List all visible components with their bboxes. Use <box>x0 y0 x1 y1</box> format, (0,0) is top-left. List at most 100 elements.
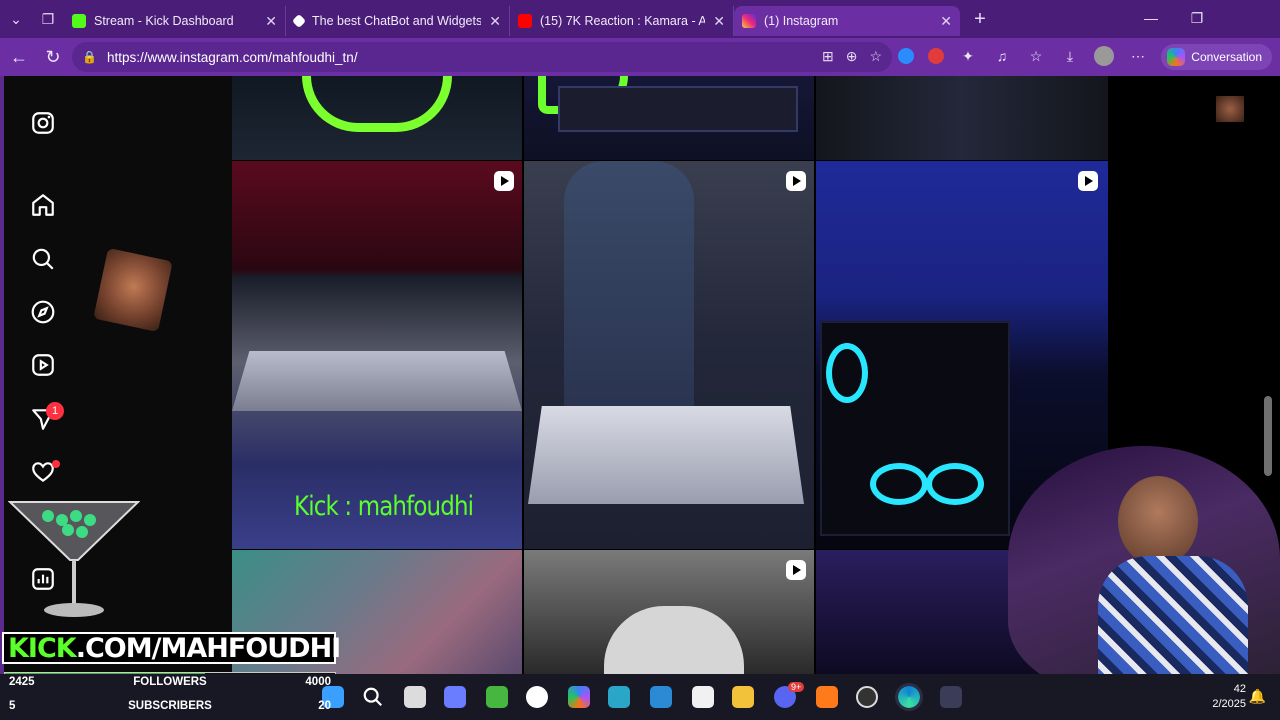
instagram-sidebar: 1 <box>0 76 232 674</box>
tab-title: (15) 7K Reaction : Kamara - AI Mot <box>540 14 706 28</box>
youtube-favicon-icon <box>518 14 532 28</box>
close-tab-icon[interactable]: ✕ <box>940 13 952 30</box>
fan-graphic <box>826 343 868 403</box>
chatbot-favicon-icon <box>291 13 307 29</box>
clock-time: 42 <box>1233 683 1246 695</box>
refresh-icon[interactable]: ↻ <box>36 47 70 68</box>
app-icon[interactable] <box>940 686 962 708</box>
vs-code-icon[interactable] <box>650 686 672 708</box>
task-view-icon[interactable] <box>404 686 426 708</box>
new-tab-button[interactable]: + <box>960 0 1000 38</box>
reels-icon[interactable] <box>30 352 56 378</box>
copilot-icon <box>1167 48 1186 66</box>
app-icon[interactable] <box>856 686 878 708</box>
emote-thumbnail <box>1216 96 1244 122</box>
tab-bar: ⌄ ❐ Stream - Kick Dashboard ✕ The best C… <box>0 0 1280 38</box>
search-icon[interactable] <box>362 686 384 708</box>
edge-browser-icon[interactable] <box>895 683 923 711</box>
workspaces-icon[interactable]: ❐ <box>32 0 64 38</box>
extensions-bar: ✦ ♫ ☆ ⤓ ⋯ <box>898 46 1148 66</box>
subscribers-goal: 20 <box>318 700 331 712</box>
streamer-head <box>1118 476 1198 566</box>
media-icon[interactable]: ♫ <box>992 46 1012 66</box>
post-thumbnail[interactable] <box>524 550 814 674</box>
kick-url-path: .COM/MAHFOUDHI <box>75 632 341 664</box>
fl-studio-icon[interactable] <box>816 686 838 708</box>
tab-chatbot[interactable]: The best ChatBot and Widgets for ✕ <box>286 6 510 36</box>
app-icon[interactable] <box>444 686 466 708</box>
home-icon[interactable] <box>30 192 56 218</box>
kick-favicon-icon <box>72 14 86 28</box>
explore-icon[interactable] <box>30 299 56 325</box>
close-tab-icon[interactable]: ✕ <box>265 13 277 30</box>
extensions-puzzle-icon[interactable]: ✦ <box>958 46 978 66</box>
favorite-star-icon[interactable]: ☆ <box>869 48 882 65</box>
post-thumbnail[interactable] <box>232 76 522 160</box>
file-explorer-icon[interactable] <box>732 686 754 708</box>
close-tab-icon[interactable]: ✕ <box>713 13 725 30</box>
mixer-graphic <box>558 86 798 132</box>
capcut-icon[interactable] <box>692 686 714 708</box>
notification-icon[interactable]: 🔔 <box>1249 688 1266 705</box>
discord-badge: 9+ <box>788 682 805 692</box>
person-figure <box>604 606 744 674</box>
followers-goal: 4000 <box>305 676 331 688</box>
zoom-icon[interactable]: ⊕ <box>846 48 858 65</box>
followers-label: FOLLOWERS <box>133 676 207 688</box>
copilot-icon[interactable] <box>568 686 590 708</box>
downloads-icon[interactable]: ⤓ <box>1060 46 1080 66</box>
post-thumbnail[interactable] <box>524 76 814 160</box>
url-text: https://www.instagram.com/mahfoudhi_tn/ <box>106 49 358 65</box>
profile-avatar-icon[interactable] <box>1094 46 1114 66</box>
pc-case-graphic <box>820 321 1010 536</box>
reel-icon <box>786 171 806 191</box>
emote-face-image <box>93 247 173 333</box>
tab-title: (1) Instagram <box>764 14 839 28</box>
reel-icon <box>494 171 514 191</box>
person-figure <box>564 161 694 411</box>
minimize-icon[interactable]: — <box>1128 0 1174 38</box>
webcam-overlay <box>1008 446 1280 696</box>
subscribers-label: SUBSCRIBERS <box>128 700 212 712</box>
fan-graphic <box>870 463 928 505</box>
favorites-icon[interactable]: ☆ <box>1026 46 1046 66</box>
kick-channel-url: KICK .COM/MAHFOUDHI <box>2 632 341 664</box>
tab-title: Stream - Kick Dashboard <box>94 14 234 28</box>
app-icon[interactable] <box>608 686 630 708</box>
search-icon[interactable] <box>30 246 56 272</box>
instagram-logo-icon[interactable] <box>30 110 56 136</box>
more-menu-icon[interactable]: ⋯ <box>1128 46 1148 66</box>
dj-controller-graphic <box>528 406 804 504</box>
martini-glass-icon <box>8 501 140 617</box>
tab-youtube[interactable]: (15) 7K Reaction : Kamara - AI Mot ✕ <box>510 6 734 36</box>
close-tab-icon[interactable]: ✕ <box>489 13 501 30</box>
site-info-icon[interactable]: 🔒 <box>82 50 97 64</box>
reel-icon <box>1078 171 1098 191</box>
window-controls: — ❐ <box>1128 0 1220 38</box>
post-caption: Kick : mahfoudhi <box>294 491 474 522</box>
post-thumbnail[interactable] <box>816 76 1108 160</box>
back-arrow-icon[interactable]: ← <box>2 47 36 68</box>
restore-icon[interactable]: ❐ <box>1174 0 1220 38</box>
page-scrollbar[interactable] <box>1264 396 1272 476</box>
obs-icon[interactable] <box>526 686 548 708</box>
notification-dot <box>52 460 60 468</box>
url-field[interactable]: 🔒 https://www.instagram.com/mahfoudhi_tn… <box>72 42 892 72</box>
fan-graphic <box>926 463 984 505</box>
address-bar-row: ← ↻ 🔒 https://www.instagram.com/mahfoudh… <box>0 38 1280 76</box>
dj-controller-graphic <box>232 351 522 411</box>
extension-icon[interactable] <box>928 48 944 64</box>
extension-icon[interactable] <box>898 48 914 64</box>
android-app-icon[interactable] <box>486 686 508 708</box>
kick-url-brand: KICK <box>8 632 77 664</box>
reel-icon <box>786 560 806 580</box>
system-clock[interactable]: 42 2/2025 <box>1212 682 1246 712</box>
tab-kick-dashboard[interactable]: Stream - Kick Dashboard ✕ <box>64 6 286 36</box>
tab-list-chevron-icon[interactable]: ⌄ <box>0 0 32 38</box>
conversation-label: Conversation <box>1191 50 1262 64</box>
apps-icon[interactable]: ⊞ <box>822 48 834 65</box>
neon-sign-graphic <box>302 76 452 132</box>
copilot-conversation-button[interactable]: Conversation <box>1161 44 1272 70</box>
post-thumbnail-dj[interactable] <box>524 161 814 549</box>
tab-instagram[interactable]: (1) Instagram ✕ <box>734 6 960 36</box>
